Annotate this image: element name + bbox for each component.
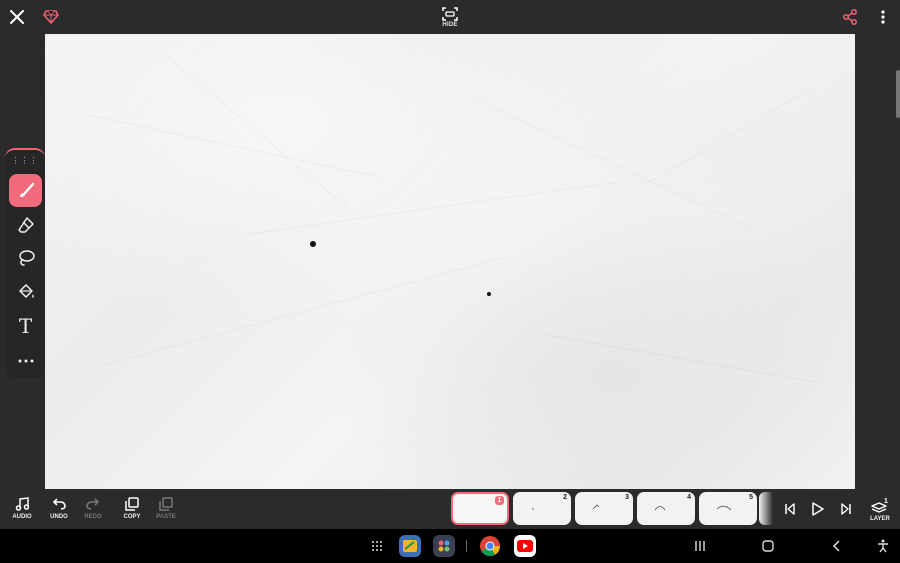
frame-number: 2 — [563, 494, 567, 501]
chrome-button[interactable] — [479, 535, 501, 557]
frame-number: 4 — [687, 494, 691, 501]
eraser-tool[interactable] — [9, 208, 42, 241]
drag-grip-icon[interactable]: ⋮⋮⋮ — [5, 156, 45, 165]
paper-crease — [465, 94, 755, 230]
chrome-icon — [480, 536, 501, 557]
text-tool-icon: T — [18, 313, 33, 338]
home-button[interactable] — [761, 539, 775, 553]
scrollbar[interactable] — [896, 70, 900, 118]
play-icon — [812, 502, 824, 516]
play-button[interactable] — [809, 500, 827, 518]
folder-apps-icon — [438, 540, 450, 552]
paint-bucket-icon — [18, 283, 34, 298]
skip-to-end-button[interactable] — [837, 500, 855, 518]
app-drawer-button[interactable] — [370, 539, 384, 553]
close-button[interactable] — [6, 6, 28, 28]
redo-label: REDO — [84, 514, 102, 520]
music-note-icon — [15, 497, 29, 511]
layer-count: 1 — [884, 498, 888, 505]
more-options-button[interactable] — [874, 6, 892, 28]
skip-to-start-icon — [785, 503, 795, 515]
back-button[interactable] — [830, 539, 844, 553]
notes-app-icon — [403, 540, 417, 552]
paper-crease — [85, 114, 379, 177]
dock-divider — [466, 540, 467, 552]
top-bar: HIDE — [0, 0, 900, 34]
app-drawer-icon — [372, 541, 382, 551]
layer-button[interactable]: 1 LAYER — [860, 497, 900, 522]
share-button[interactable] — [839, 6, 861, 28]
drawn-dot — [487, 292, 491, 296]
lasso-icon — [18, 249, 35, 266]
skip-to-end-icon — [841, 503, 851, 515]
paper-crease — [245, 181, 621, 235]
frame-thumbnail[interactable]: 1 — [451, 492, 509, 525]
accessibility-button[interactable] — [875, 538, 891, 554]
drawing-canvas[interactable] — [45, 34, 855, 489]
fill-tool[interactable] — [9, 275, 42, 308]
drawn-dot — [310, 241, 316, 247]
undo-icon — [52, 498, 66, 510]
paper-crease — [105, 255, 511, 365]
recents-button[interactable] — [693, 539, 707, 553]
system-nav-bar — [0, 529, 900, 563]
redo-icon — [86, 498, 100, 510]
audio-button[interactable]: AUDIO — [2, 497, 42, 520]
frame-thumbnail[interactable]: 3 — [575, 492, 633, 525]
frame-number: 3 — [625, 494, 629, 501]
undo-label: UNDO — [50, 514, 68, 520]
paper-crease — [164, 54, 356, 215]
gem-icon — [43, 10, 59, 24]
notes-app-button[interactable] — [399, 535, 421, 557]
home-icon — [762, 540, 774, 552]
eraser-icon — [17, 216, 34, 233]
back-icon — [832, 540, 840, 552]
frame-thumbnail[interactable]: 2 — [513, 492, 571, 525]
layers-icon: 1 — [871, 498, 888, 513]
more-vert-icon — [881, 10, 885, 24]
youtube-button[interactable] — [514, 535, 536, 557]
paste-label: PASTE — [156, 514, 176, 520]
premium-button[interactable] — [41, 7, 61, 27]
flipaclip-editor: HIDE ⋮⋮⋮ T AUDIO UNDO REDO COPY PASTE 1 … — [0, 0, 900, 563]
tool-panel: ⋮⋮⋮ T — [5, 148, 45, 378]
hide-ui-button[interactable]: HIDE — [435, 3, 465, 31]
paper-crease — [645, 84, 819, 185]
lasso-tool[interactable] — [9, 241, 42, 274]
paste-icon — [159, 497, 173, 511]
youtube-icon — [517, 540, 533, 552]
more-horiz-icon — [18, 359, 33, 362]
frame-thumbnail[interactable]: 4 — [637, 492, 695, 525]
accessibility-icon — [878, 539, 888, 553]
hide-frame-icon — [442, 6, 458, 21]
brush-tool[interactable] — [9, 174, 42, 207]
copy-icon — [125, 497, 139, 511]
more-tools-button[interactable] — [9, 344, 42, 377]
hide-label: HIDE — [442, 21, 458, 28]
recents-icon — [695, 541, 705, 551]
frame-number: 5 — [749, 494, 753, 501]
folder-apps-button[interactable] — [433, 535, 455, 557]
frame-strip[interactable]: 1 2 3 4 5 — [451, 492, 773, 526]
copy-label: COPY — [123, 514, 141, 520]
brush-icon — [19, 182, 34, 197]
paste-button[interactable]: PASTE — [146, 497, 186, 520]
share-icon — [843, 9, 857, 25]
frame-partial — [759, 492, 773, 525]
layer-label: LAYER — [870, 516, 890, 522]
redo-button[interactable]: REDO — [73, 497, 113, 520]
text-tool[interactable]: T — [9, 309, 42, 342]
skip-to-start-button[interactable] — [781, 500, 799, 518]
frame-thumbnail[interactable]: 5 — [699, 492, 757, 525]
frame-number: 1 — [495, 496, 504, 505]
audio-label: AUDIO — [12, 514, 32, 520]
paper-crease — [545, 334, 821, 384]
close-icon — [10, 10, 24, 24]
